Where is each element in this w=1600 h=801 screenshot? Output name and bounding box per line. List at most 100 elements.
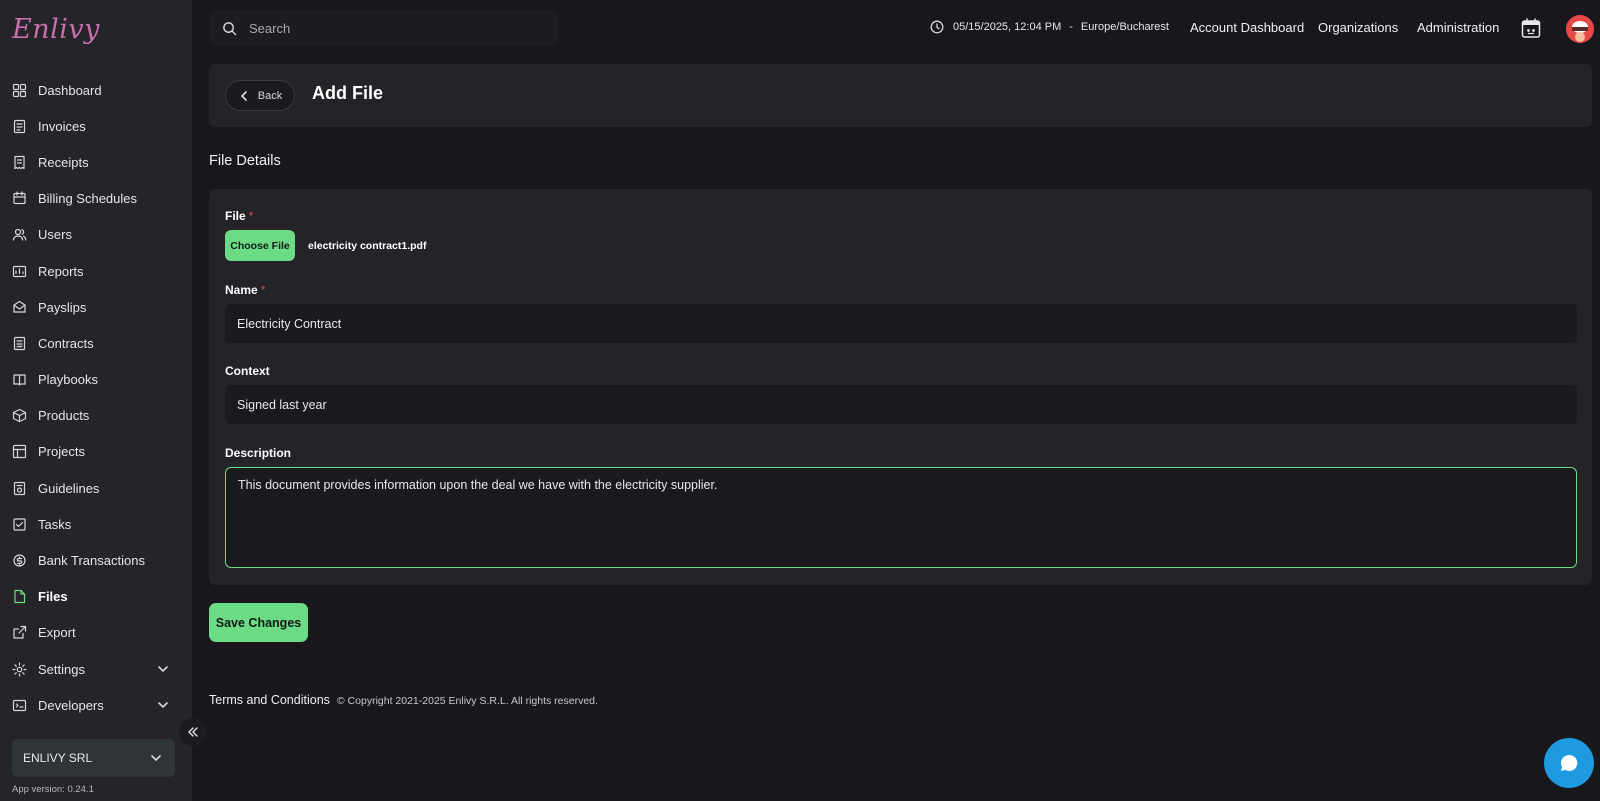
sidebar-item-playbooks[interactable]: Playbooks <box>0 362 192 398</box>
chat-button[interactable] <box>1544 738 1594 788</box>
receipt-icon <box>12 155 27 170</box>
settings-icon <box>12 661 27 677</box>
app-version: App version: 0.24.1 <box>12 784 94 795</box>
sidebar-item-label: Export <box>38 625 76 641</box>
product-box-icon <box>12 408 27 423</box>
invoice-icon <box>12 119 27 134</box>
selected-file-name: electricity contract1.pdf <box>308 240 427 252</box>
tasks-icon <box>12 517 27 532</box>
project-icon <box>12 444 27 459</box>
sidebar-item-label: Payslips <box>38 299 87 315</box>
calendar-button[interactable] <box>1520 17 1542 39</box>
sidebar-item-label: Products <box>38 408 90 424</box>
sidebar-item-tasks[interactable]: Tasks <box>0 506 192 542</box>
name-label-text: Name <box>225 283 258 297</box>
context-input[interactable] <box>225 385 1577 424</box>
playbook-icon <box>12 372 27 387</box>
sidebar-item-label: Tasks <box>38 516 72 532</box>
chevron-down-icon <box>158 702 168 709</box>
current-datetime: 05/15/2025, 12:04 PM <box>953 21 1062 33</box>
sidebar-item-label: Developers <box>38 697 104 713</box>
sidebar-item-export[interactable]: Export <box>0 615 192 651</box>
avatar-image <box>1566 15 1594 43</box>
terms-link[interactable]: Terms and Conditions <box>209 693 330 707</box>
sidebar-item-files[interactable]: Files <box>0 579 192 615</box>
description-textarea[interactable]: This document provides information upon … <box>225 467 1577 568</box>
billing-schedule-icon <box>12 191 27 206</box>
users-icon <box>12 227 27 242</box>
administration-link[interactable]: Administration <box>1417 20 1499 35</box>
calendar-icon <box>1521 18 1541 38</box>
timezone: Europe/Bucharest <box>1080 21 1169 33</box>
export-icon <box>12 625 27 640</box>
chevron-down-icon <box>151 755 161 762</box>
sidebar-item-label: Bank Transactions <box>38 553 145 569</box>
description-label: Description <box>225 446 292 460</box>
sidebar-item-reports[interactable]: Reports <box>0 253 192 289</box>
page-header: Back Add File <box>209 64 1592 127</box>
page-title: Add File <box>312 83 383 103</box>
chevron-left-icon <box>240 90 247 101</box>
search-icon <box>223 21 237 35</box>
back-button[interactable]: Back <box>225 80 295 111</box>
file-label-text: File <box>225 209 246 223</box>
sidebar-item-label: Contracts <box>38 335 94 351</box>
datetime-separator: - <box>1069 21 1073 33</box>
sidebar-item-payslips[interactable]: Payslips <box>0 289 192 325</box>
reports-icon <box>12 264 27 279</box>
sidebar-item-label: Playbooks <box>38 372 98 388</box>
sidebar-item-bank-transactions[interactable]: Bank Transactions <box>0 542 192 578</box>
search-bar[interactable] <box>209 10 559 46</box>
sidebar-item-settings[interactable]: Settings <box>0 651 192 687</box>
organization-name: ENLIVY SRL <box>23 751 93 765</box>
sidebar-item-label: Projects <box>38 444 85 460</box>
file-label: File * <box>225 209 253 223</box>
organizations-link[interactable]: Organizations <box>1318 20 1398 35</box>
sidebar-item-invoices[interactable]: Invoices <box>0 108 192 144</box>
chevron-down-icon <box>158 666 168 673</box>
sidebar-item-developers[interactable]: Developers <box>0 687 192 723</box>
name-label: Name * <box>225 283 265 297</box>
enlivy-logo[interactable]: Enlivy <box>12 14 100 45</box>
collapse-sidebar-button[interactable] <box>179 718 207 746</box>
section-title: File Details <box>209 153 281 169</box>
sidebar-item-label: Reports <box>38 263 84 279</box>
bank-transaction-icon <box>12 553 27 568</box>
sidebar-item-label: Guidelines <box>38 480 100 496</box>
user-avatar[interactable] <box>1566 15 1594 43</box>
file-form: File * Choose File electricity contract1.… <box>209 189 1592 585</box>
developer-icon <box>12 698 27 713</box>
sidebar-item-receipts[interactable]: Receipts <box>0 144 192 180</box>
double-chevron-left-icon <box>188 727 198 737</box>
sidebar-item-users[interactable]: Users <box>0 217 192 253</box>
account-dashboard-link[interactable]: Account Dashboard <box>1190 20 1304 35</box>
sidebar-item-projects[interactable]: Projects <box>0 434 192 470</box>
save-changes-button[interactable]: Save Changes <box>209 603 308 642</box>
guidelines-icon <box>12 481 27 496</box>
clock-icon <box>930 20 944 34</box>
sidebar-nav: Dashboard Invoices Receipts Billing Schedul… <box>0 72 192 723</box>
sidebar-item-label: Billing Schedules <box>38 191 138 207</box>
sidebar-item-label: Invoices <box>38 118 86 134</box>
footer: Terms and Conditions © Copyright 2021-20… <box>209 693 598 707</box>
back-label: Back <box>257 89 283 102</box>
sidebar-item-dashboard[interactable]: Dashboard <box>0 72 192 108</box>
copyright-text: © Copyright 2021-2025 Enlivy S.R.L. All … <box>336 695 598 707</box>
required-mark: * <box>260 283 266 297</box>
sidebar-item-guidelines[interactable]: Guidelines <box>0 470 192 506</box>
search-input[interactable] <box>249 20 529 36</box>
sidebar-item-label: Receipts <box>38 154 89 170</box>
sidebar-item-billing-schedules[interactable]: Billing Schedules <box>0 181 192 217</box>
chat-bubble-icon <box>1561 754 1578 771</box>
choose-file-button[interactable]: Choose File <box>225 230 295 261</box>
context-label: Context <box>225 364 270 378</box>
sidebar-item-contracts[interactable]: Contracts <box>0 325 192 361</box>
sidebar: Enlivy Dashboard Invoices Receipts Billing … <box>0 0 192 801</box>
payslip-icon <box>12 300 27 315</box>
organization-select[interactable]: ENLIVY SRL <box>12 739 175 777</box>
sidebar-item-label: Settings <box>38 661 85 677</box>
name-input[interactable] <box>225 304 1577 343</box>
contract-icon <box>12 336 27 351</box>
sidebar-item-label: Files <box>38 589 68 605</box>
sidebar-item-products[interactable]: Products <box>0 398 192 434</box>
